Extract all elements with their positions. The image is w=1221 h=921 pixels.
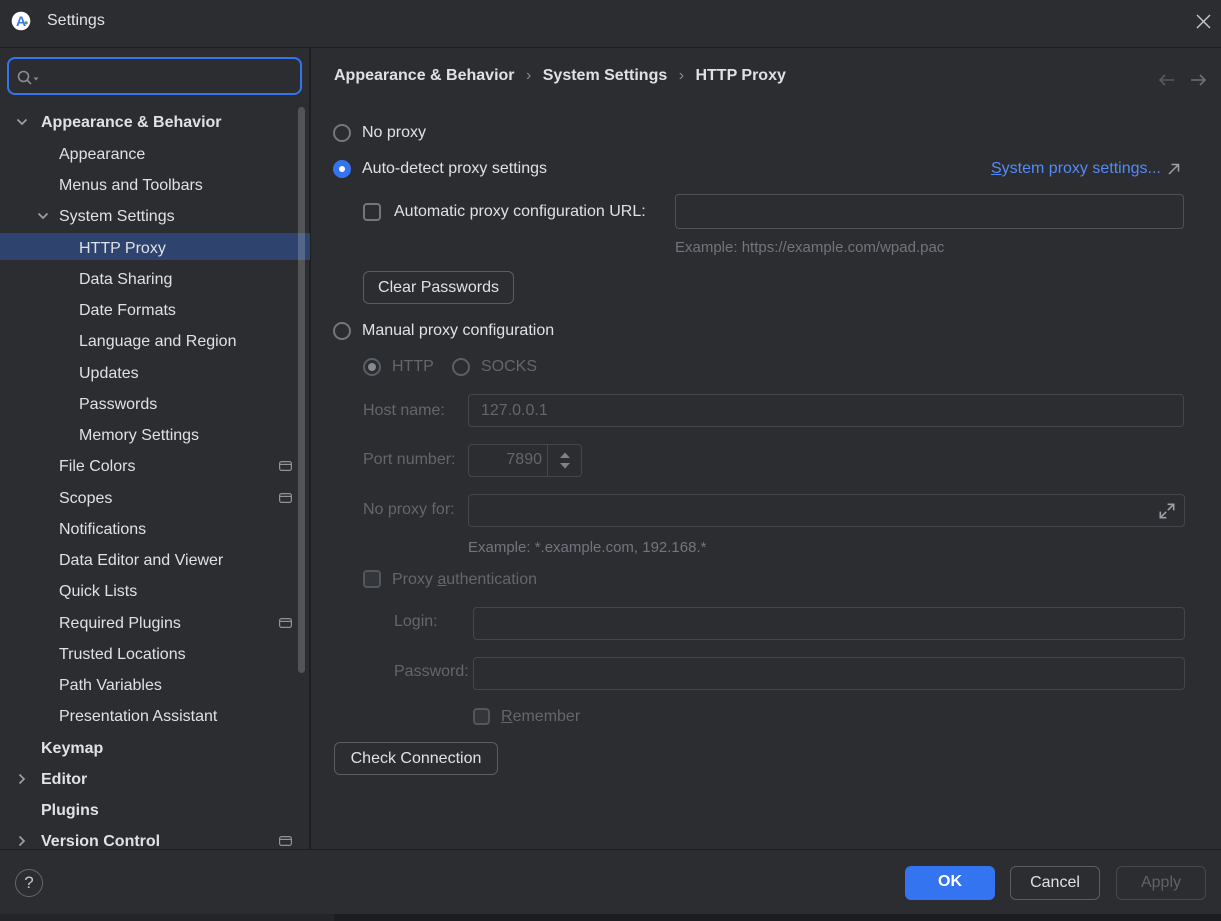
svg-text:A: A	[16, 13, 26, 29]
